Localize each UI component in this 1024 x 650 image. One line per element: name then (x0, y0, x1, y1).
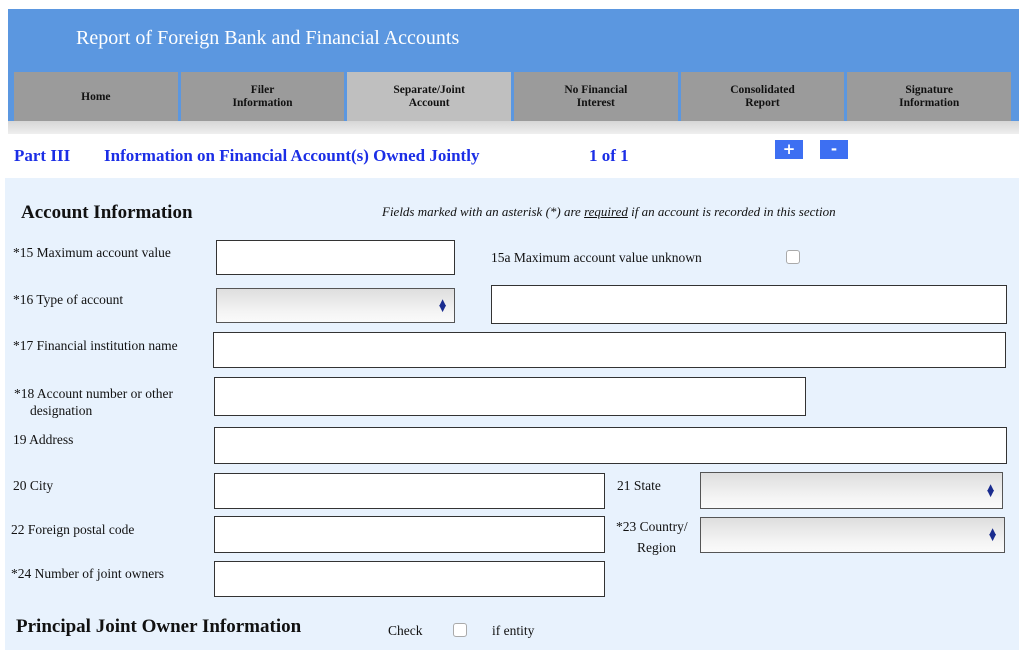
postal-code-input[interactable] (214, 516, 605, 553)
institution-name-label: *17 Financial institution name (13, 338, 178, 353)
tab-label: No Financial Interest (564, 84, 628, 109)
max-value-unknown-label: 15a Maximum account value unknown (491, 250, 702, 265)
tab-consolidated-report[interactable]: Consolidated Report (680, 72, 845, 122)
state-label: 21 State (617, 478, 661, 493)
max-value-input[interactable] (216, 240, 455, 275)
tab-label: Consolidated Report (730, 84, 795, 109)
account-number-label-2: designation (30, 403, 93, 418)
institution-name-input[interactable] (213, 332, 1006, 368)
account-type-label: *16 Type of account (13, 292, 124, 307)
select-arrows-icon: ▲ ▼ (987, 482, 994, 499)
account-number-input[interactable] (214, 377, 806, 416)
tab-filer-information[interactable]: Filer Information (180, 72, 345, 122)
account-type-other-input[interactable] (491, 285, 1007, 324)
tab-no-financial-interest[interactable]: No Financial Interest (514, 72, 678, 122)
city-label: 20 City (13, 478, 54, 493)
tab-home[interactable]: Home (14, 72, 178, 122)
joint-owners-input[interactable] (214, 561, 605, 597)
note-required-link: required (584, 204, 628, 219)
tab-label: Home (81, 90, 111, 103)
tab-separate-joint-account[interactable]: Separate/Joint Account (347, 72, 512, 122)
add-account-button[interactable]: + (775, 140, 803, 159)
principal-owner-heading: Principal Joint Owner Information (16, 616, 302, 637)
note-text: if an account is recorded in this sectio… (627, 204, 836, 219)
tab-label: Filer Information (232, 84, 293, 109)
tab-label: Signature Information (899, 84, 960, 109)
state-select[interactable]: ▲ ▼ (700, 472, 1003, 509)
account-information-heading: Account Information (21, 202, 193, 223)
country-label-2: Region (637, 540, 676, 555)
page-title: Report of Foreign Bank and Financial Acc… (76, 27, 460, 49)
entity-suffix-label: if entity (492, 623, 535, 638)
address-input[interactable] (214, 427, 1007, 464)
remove-account-button[interactable]: - (820, 140, 848, 159)
account-number-label: *18 Account number or other (14, 386, 173, 401)
required-note: Fields marked with an asterisk (*) are r… (382, 204, 836, 220)
postal-code-label: 22 Foreign postal code (11, 522, 135, 537)
part-number: Part III (14, 146, 71, 165)
max-value-label: *15 Maximum account value (13, 245, 171, 260)
max-value-unknown-checkbox[interactable] (786, 250, 800, 264)
select-arrows-icon: ▲ ▼ (439, 297, 446, 314)
page-indicator: 1 of 1 (589, 146, 629, 165)
entity-check-label: Check (388, 623, 423, 638)
country-select[interactable]: ▲ ▼ (700, 517, 1005, 553)
account-type-select[interactable]: ▲ ▼ (216, 288, 455, 323)
is-entity-checkbox[interactable] (453, 623, 467, 637)
joint-owners-label: *24 Number of joint owners (11, 566, 164, 581)
country-label: *23 Country/ (616, 519, 688, 534)
nav-tabs: Home Filer Information Separate/Joint Acco… (14, 72, 1012, 122)
address-label: 19 Address (13, 432, 74, 447)
select-arrows-icon: ▲ ▼ (989, 527, 996, 543)
tab-signature-information[interactable]: Signature Information (847, 72, 1012, 122)
city-input[interactable] (214, 473, 605, 509)
part-title: Information on Financial Account(s) Owne… (104, 146, 480, 165)
note-text: Fields marked with an asterisk (*) are (382, 204, 585, 219)
tabbar-divider (8, 121, 1019, 134)
tab-label: Separate/Joint Account (393, 84, 465, 109)
